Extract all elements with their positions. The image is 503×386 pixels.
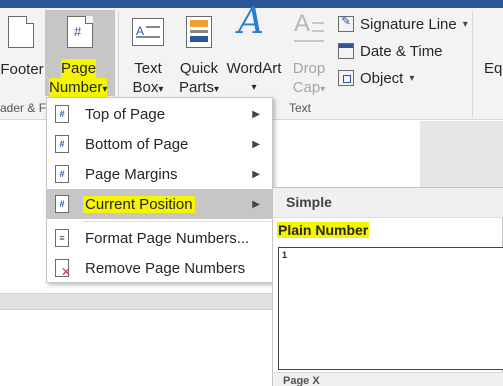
preview-page-number: 1 (282, 250, 288, 260)
chevron-right-icon: ▶ (252, 168, 260, 180)
menu-item-format-page-numbers[interactable]: ≡ Format Page Numbers... (47, 223, 272, 253)
menu-item-top-of-page[interactable]: # Top of Page ▶ (47, 99, 272, 129)
menu-item-remove-page-numbers[interactable]: ✕ Remove Page Numbers (47, 253, 272, 283)
object-label: Object (360, 69, 404, 87)
document-page-next[interactable] (0, 310, 290, 386)
text-box-button[interactable]: A Text Box▾ (124, 10, 172, 96)
calendar-icon (338, 43, 354, 59)
page-number-icon: # (55, 105, 69, 123)
gallery-next-section-header: Page X (273, 372, 503, 386)
drop-cap-icon: A (294, 12, 324, 46)
menu-item-label: Format Page Numbers... (85, 229, 250, 247)
signature-line-label: Signature Line (360, 15, 457, 33)
group-label-text: Text (289, 101, 312, 115)
wordart-caret: ▾ (251, 82, 257, 93)
quick-parts-button[interactable]: Quick Parts▾ (176, 10, 222, 96)
wordart-label: WordArt (226, 60, 282, 77)
text-box-label-line1: Text (134, 60, 162, 77)
page-number-icon: # (55, 195, 69, 213)
format-page-numbers-icon: ≡ (55, 229, 69, 247)
gallery-section-header: Simple (273, 188, 503, 218)
text-box-label-line2: Box▾ (132, 79, 164, 96)
menu-item-label: Page Margins (85, 165, 178, 183)
page-number-icon: # (55, 165, 69, 183)
menu-item-bottom-of-page[interactable]: # Bottom of Page ▶ (47, 129, 272, 159)
drop-cap-label-line2: Cap▾ (292, 79, 326, 96)
signature-line-icon: ✎ (338, 14, 354, 32)
quick-parts-icon (186, 16, 212, 48)
quick-parts-label-line1: Quick (179, 60, 219, 77)
menu-item-label: Bottom of Page (85, 135, 189, 153)
page-number-label-line2: Number▾ (49, 78, 108, 99)
remove-page-numbers-icon: ✕ (55, 259, 71, 279)
chevron-right-icon: ▶ (252, 198, 260, 210)
signature-line-button[interactable]: ✎ Signature Line ▾ (338, 12, 468, 36)
equation-button[interactable]: Eq (484, 59, 503, 78)
page-number-icon: # (67, 16, 93, 48)
menu-item-label: Remove Page Numbers (85, 259, 246, 277)
text-box-icon: A (132, 18, 164, 46)
object-caret: ▾ (409, 72, 415, 84)
date-time-label: Date & Time (360, 42, 443, 60)
page-number-label-line1: Page (61, 59, 97, 78)
menu-item-current-position[interactable]: # Current Position ▶ (47, 189, 272, 219)
page-number-button[interactable]: # Page Number▾ (45, 10, 115, 99)
menu-item-label: Current Position (83, 195, 195, 213)
date-time-button[interactable]: Date & Time (338, 39, 443, 63)
signature-line-caret: ▾ (462, 18, 468, 30)
menu-item-page-margins[interactable]: # Page Margins ▶ (47, 159, 272, 189)
object-icon (338, 70, 354, 86)
drop-cap-button[interactable]: A Drop Cap▾ (286, 10, 332, 97)
group-label-header-footer: ader & F (0, 101, 47, 115)
gallery-item-label: Plain Number (277, 222, 370, 238)
menu-separator (83, 221, 271, 222)
wordart-button[interactable]: A WordArt ▾ (224, 1, 284, 96)
chevron-right-icon: ▶ (252, 108, 260, 120)
menu-item-label: Top of Page (85, 105, 166, 123)
plain-number-preview[interactable] (278, 247, 503, 370)
wordart-icon: A (238, 1, 264, 42)
page-number-icon: # (55, 135, 69, 153)
group-separator (472, 12, 473, 116)
page-break-strip (0, 293, 290, 310)
drop-cap-label-line1: Drop (292, 60, 326, 77)
footer-label: Footer (0, 61, 44, 78)
quick-parts-label-line2: Parts▾ (178, 79, 220, 96)
object-button[interactable]: Object ▾ (338, 66, 414, 90)
footer-button[interactable]: Footer (0, 10, 44, 98)
footer-icon (8, 16, 34, 48)
chevron-right-icon: ▶ (252, 138, 260, 150)
page-number-menu: # Top of Page ▶ # Bottom of Page ▶ # Pag… (46, 97, 273, 283)
